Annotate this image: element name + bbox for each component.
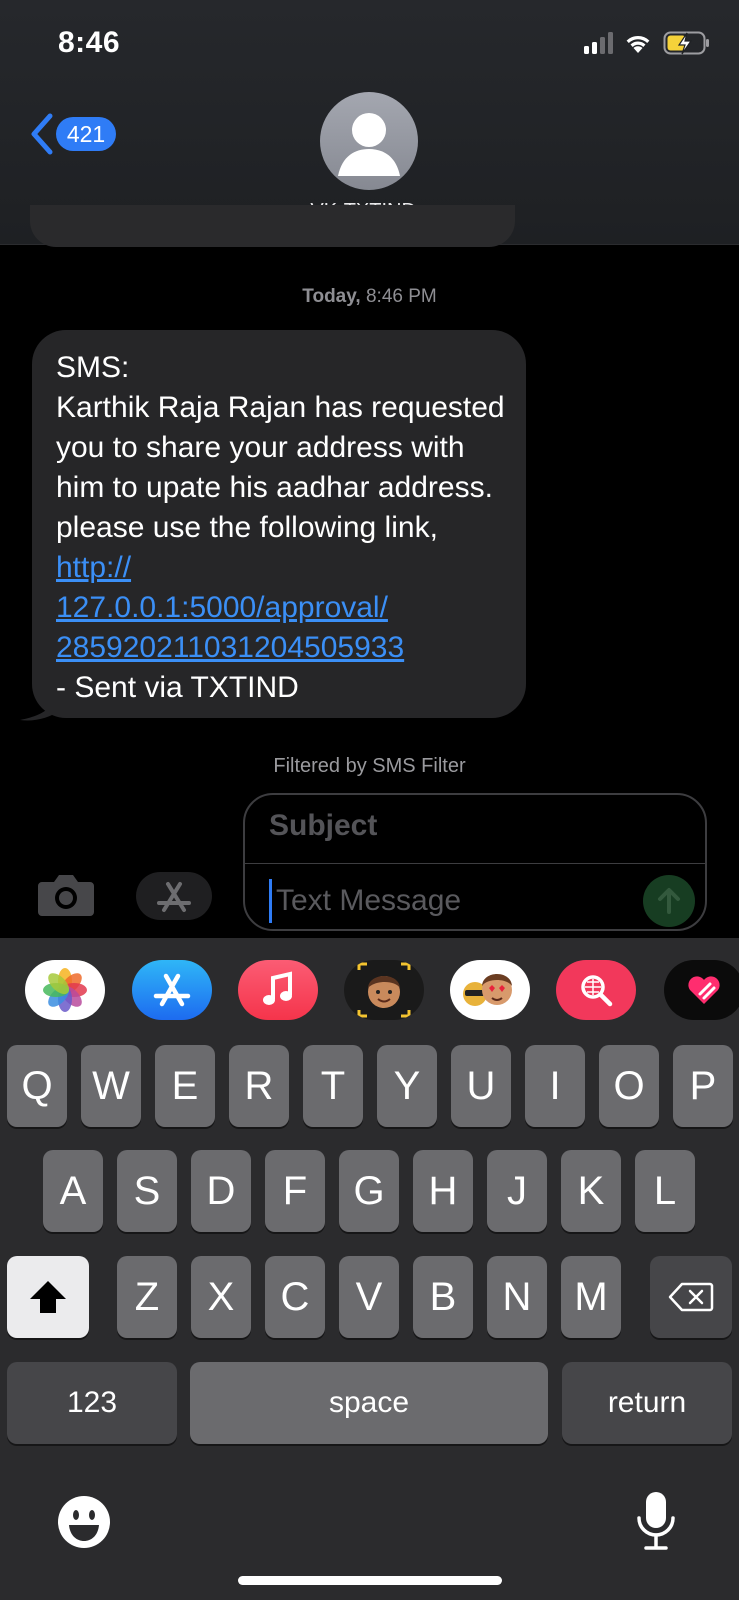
- subject-placeholder[interactable]: Subject: [269, 809, 377, 843]
- key-k[interactable]: K: [561, 1150, 621, 1232]
- back-button[interactable]: 421: [28, 112, 116, 156]
- key-z[interactable]: Z: [117, 1256, 177, 1338]
- contact-avatar[interactable]: [320, 92, 418, 190]
- status-icons: [584, 30, 711, 56]
- arrow-up-icon: [658, 888, 680, 914]
- app-store-icon: [153, 973, 191, 1007]
- key-c[interactable]: C: [265, 1256, 325, 1338]
- send-button[interactable]: [643, 875, 695, 927]
- compose-divider: [245, 863, 705, 864]
- key-q[interactable]: Q: [7, 1045, 67, 1127]
- key-y[interactable]: Y: [377, 1045, 437, 1127]
- key-u[interactable]: U: [451, 1045, 511, 1127]
- camera-icon: [38, 875, 94, 916]
- memoji-stickers-app[interactable]: [450, 960, 530, 1020]
- space-key[interactable]: space: [190, 1362, 548, 1444]
- shift-key[interactable]: [7, 1256, 89, 1338]
- key-f[interactable]: F: [265, 1150, 325, 1232]
- key-a[interactable]: A: [43, 1150, 103, 1232]
- wifi-icon: [626, 35, 650, 53]
- return-key[interactable]: return: [562, 1362, 732, 1444]
- image-search-icon: [581, 975, 613, 1007]
- message-bubble[interactable]: SMS: Karthik Raja Rajan has requested yo…: [32, 330, 526, 718]
- key-n[interactable]: N: [487, 1256, 547, 1338]
- key-d[interactable]: D: [191, 1150, 251, 1232]
- numbers-key[interactable]: 123: [7, 1362, 177, 1444]
- battery-charging-icon: [663, 31, 709, 55]
- emoji-icon: [58, 1496, 110, 1548]
- music-app[interactable]: [238, 960, 318, 1020]
- unread-count-badge: 421: [56, 117, 116, 151]
- shift-icon: [30, 1281, 66, 1313]
- photos-icon: [43, 968, 87, 1012]
- emoji-button[interactable]: [56, 1494, 112, 1555]
- app-store-icon: [157, 882, 191, 912]
- imessage-app-strip: [0, 960, 739, 1022]
- key-p[interactable]: P: [673, 1045, 733, 1127]
- key-g[interactable]: G: [339, 1150, 399, 1232]
- key-t[interactable]: T: [303, 1045, 363, 1127]
- home-indicator[interactable]: [238, 1576, 502, 1585]
- digital-touch-app[interactable]: [664, 960, 739, 1020]
- message-link[interactable]: http://127.0.0.1:5000/approval/285920211…: [56, 551, 404, 664]
- delete-icon: [668, 1282, 714, 1312]
- memoji-icon: [357, 962, 411, 1018]
- key-o[interactable]: O: [599, 1045, 659, 1127]
- memoji-stickers-icon: [463, 974, 512, 1006]
- key-h[interactable]: H: [413, 1150, 473, 1232]
- message-body: Karthik Raja Rajan has requested you to …: [56, 391, 505, 544]
- digital-touch-icon: [688, 976, 720, 1004]
- cellular-signal-icon: [584, 32, 613, 54]
- key-s[interactable]: S: [117, 1150, 177, 1232]
- microphone-icon: [637, 1492, 675, 1550]
- key-r[interactable]: R: [229, 1045, 289, 1127]
- person-icon: [338, 113, 400, 176]
- dictation-button[interactable]: [636, 1490, 676, 1557]
- compose-field[interactable]: Subject: [243, 793, 707, 931]
- key-v[interactable]: V: [339, 1256, 399, 1338]
- key-w[interactable]: W: [81, 1045, 141, 1127]
- key-b[interactable]: B: [413, 1256, 473, 1338]
- key-x[interactable]: X: [191, 1256, 251, 1338]
- key-m[interactable]: M: [561, 1256, 621, 1338]
- message-timestamp: Today, 8:46 PM: [302, 286, 437, 307]
- chevron-left-icon: [31, 113, 53, 155]
- memoji-app[interactable]: [344, 960, 424, 1020]
- music-icon: [263, 971, 292, 1005]
- app-store-button[interactable]: [136, 872, 212, 920]
- photos-app[interactable]: [25, 960, 105, 1020]
- status-time: 8:46: [58, 26, 121, 59]
- key-j[interactable]: J: [487, 1150, 547, 1232]
- key-i[interactable]: I: [525, 1045, 585, 1127]
- message-footer: - Sent via TXTIND: [56, 671, 299, 704]
- message-intro: SMS:: [56, 351, 130, 384]
- camera-button[interactable]: [36, 872, 96, 918]
- previous-message-bubble: [30, 205, 515, 247]
- key-e[interactable]: E: [155, 1045, 215, 1127]
- message-input[interactable]: [269, 879, 629, 923]
- filter-note: Filtered by SMS Filter: [273, 755, 466, 777]
- app-store-app[interactable]: [132, 960, 212, 1020]
- image-search-app[interactable]: [556, 960, 636, 1020]
- key-l[interactable]: L: [635, 1150, 695, 1232]
- delete-key[interactable]: [650, 1256, 732, 1338]
